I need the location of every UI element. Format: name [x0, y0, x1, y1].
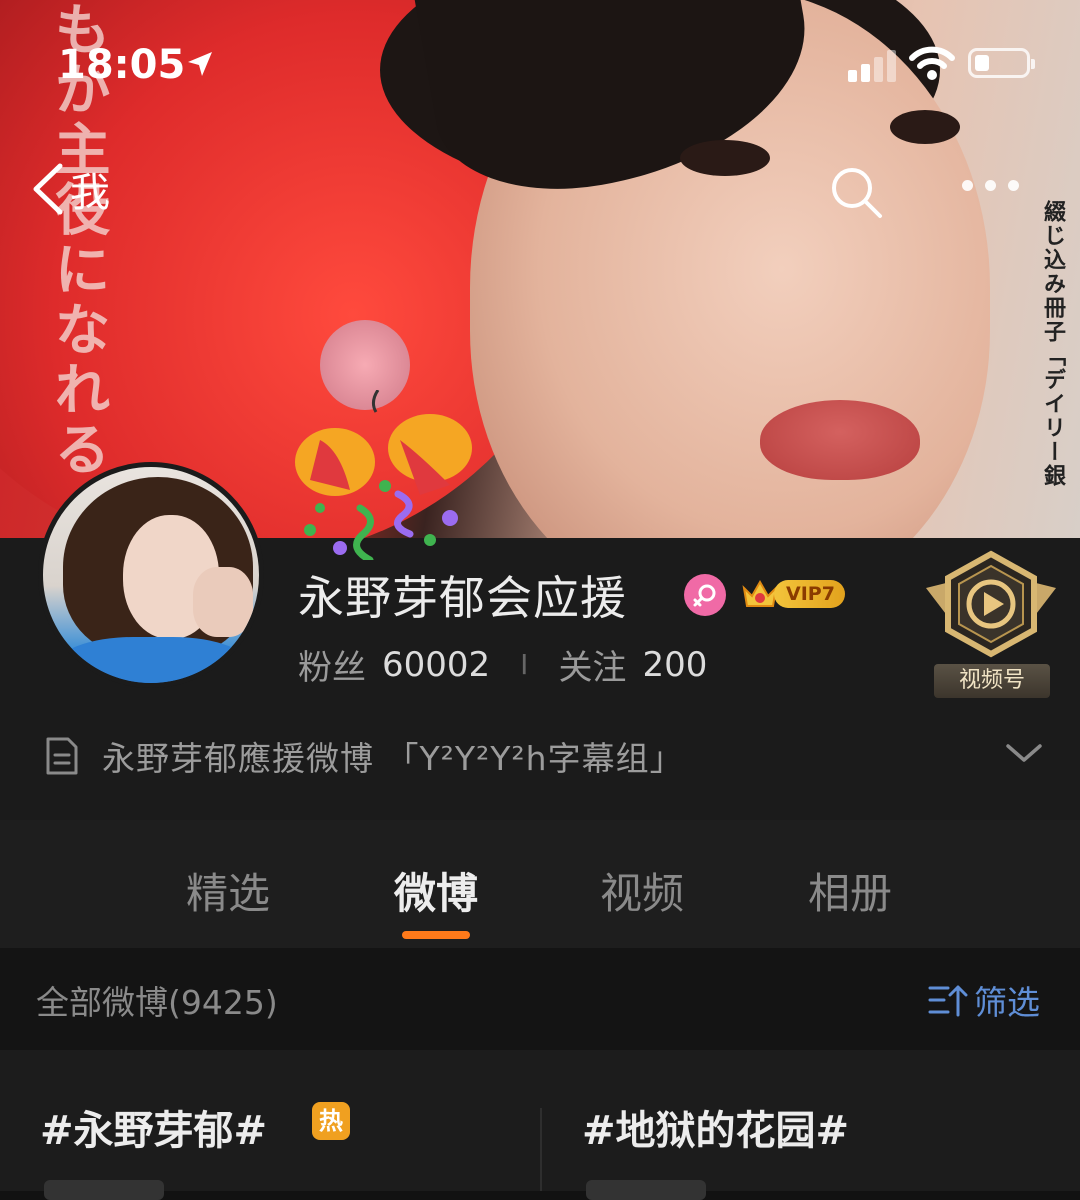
video-channel-label[interactable]: 视频号 [934, 664, 1050, 698]
search-button[interactable] [828, 164, 886, 226]
wifi-icon [908, 44, 956, 86]
cover-eye-left [680, 140, 770, 176]
back-label: 我 [70, 170, 110, 216]
avatar-hand [193, 567, 253, 637]
tab-album[interactable]: 相册 [808, 860, 892, 921]
fans-count[interactable]: 60002 [382, 645, 490, 685]
topic-subtitle-placeholder [586, 1180, 706, 1200]
topic-item[interactable]: #地狱的花园# [582, 1098, 849, 1156]
topic-item[interactable]: #永野芽郁# [40, 1098, 267, 1156]
document-icon [46, 737, 78, 775]
more-options-button[interactable] [962, 180, 1019, 191]
party-popper-icon [290, 389, 480, 564]
chevron-left-icon [33, 163, 63, 215]
fans-label[interactable]: 粉丝 [298, 640, 366, 689]
tab-weibo[interactable]: 微博 [394, 860, 478, 921]
cover-lips [760, 400, 920, 480]
cover-eye-right [890, 110, 960, 144]
cellular-signal-icon [848, 50, 898, 82]
back-button[interactable]: 我 [30, 160, 110, 218]
filter-label: 筛选 [974, 983, 1040, 1022]
vip-level: VIP7 [774, 580, 845, 608]
profile-description[interactable]: 永野芽郁應援微博 「Y²Y²Y²h字幕组」 [44, 728, 1044, 784]
battery-icon [968, 48, 1035, 78]
status-time: 18:05 [58, 42, 186, 88]
more-dot-icon [985, 180, 996, 191]
all-posts-count: 全部微博(9425) [36, 983, 278, 1022]
filter-icon [928, 985, 968, 1017]
profile-stats: 粉丝 60002 I 关注 200 [298, 640, 707, 689]
description-text: 永野芽郁應援微博 「Y²Y²Y²h字幕组」 [102, 739, 684, 778]
following-label[interactable]: 关注 [558, 640, 626, 689]
topic-subtitle-placeholder [44, 1180, 164, 1200]
topic-divider [540, 1108, 542, 1191]
following-count[interactable]: 200 [642, 645, 707, 685]
more-dot-icon [1008, 180, 1019, 191]
avatar[interactable] [38, 462, 264, 688]
username: 永野芽郁会应援 [298, 571, 627, 625]
female-gender-icon [684, 574, 726, 616]
avatar-shirt [53, 637, 253, 683]
stats-separator: I [520, 648, 529, 681]
hot-badge: 热 [312, 1102, 350, 1140]
active-tab-indicator [402, 931, 470, 939]
video-channel-icon [926, 550, 1056, 658]
tab-video[interactable]: 视频 [600, 860, 684, 921]
tab-featured[interactable]: 精选 [186, 860, 270, 921]
cover-japanese-text-right: 綴じ込み冊子「デイリー銀 [1040, 200, 1065, 488]
search-icon [832, 168, 882, 218]
location-arrow-icon [186, 50, 214, 82]
more-dot-icon [962, 180, 973, 191]
filter-button[interactable]: 筛选 [928, 976, 1040, 1024]
vip-badge[interactable]: VIP7 [740, 576, 845, 612]
profile-tabs: 精选 微博 视频 相册 [0, 820, 1080, 948]
chevron-down-icon[interactable] [1004, 740, 1044, 770]
